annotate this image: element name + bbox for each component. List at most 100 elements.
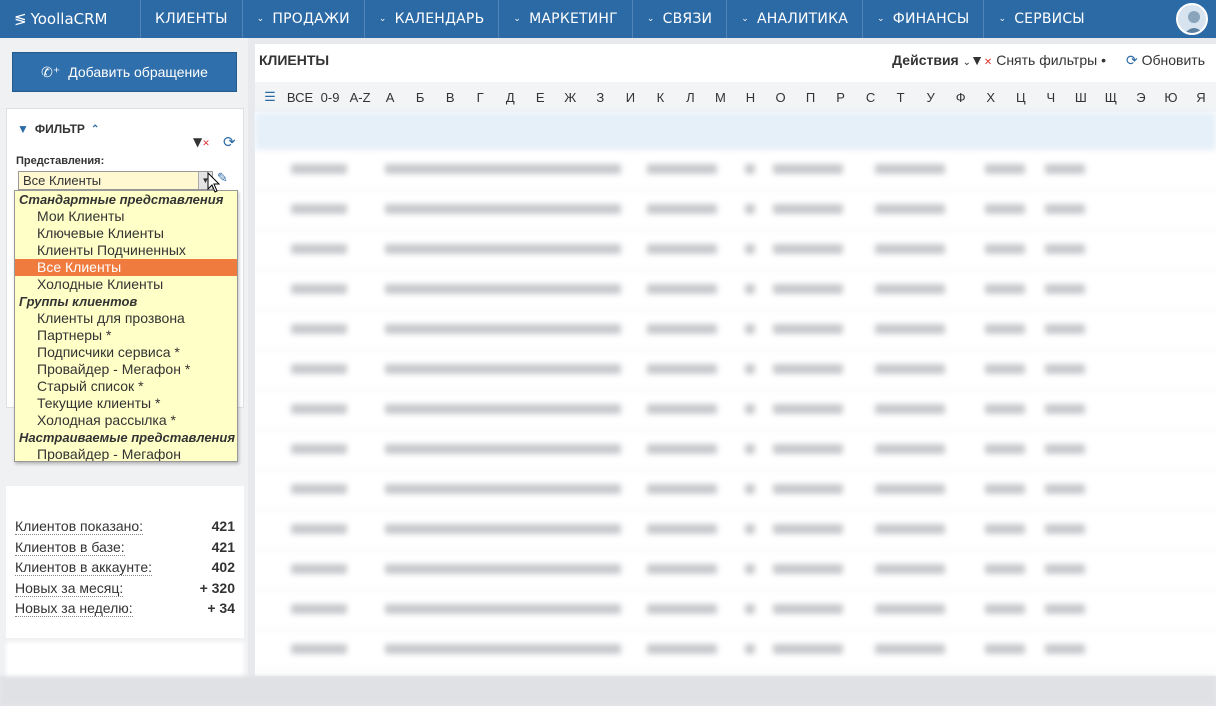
table-header-blurred [255, 112, 1216, 150]
table-cell-blurred [985, 284, 1025, 294]
table-cell-blurred [985, 484, 1025, 494]
app-logo[interactable]: ≶ YoollaCRM [0, 10, 140, 28]
alphabet-letter[interactable]: М [705, 90, 735, 105]
table-cell-blurred [875, 164, 945, 174]
stat-label: Клиентов в базе: [15, 538, 125, 556]
stat-value: + 34 [207, 600, 235, 616]
alphabet-letter[interactable]: А [375, 90, 405, 105]
table-cell-blurred [1045, 524, 1085, 534]
chevron-up-icon: ⌃ [90, 123, 100, 135]
dropdown-option[interactable]: Текущие клиенты * [15, 395, 237, 412]
nav-item[interactable]: ⌄ СЕРВИСЫ [983, 0, 1098, 38]
alphabet-letter[interactable]: Л [675, 90, 705, 105]
nav-item[interactable]: ⌄ ПРОДАЖИ [241, 0, 364, 38]
actions-dropdown[interactable]: Действия ⌄ [892, 52, 971, 68]
table-cell-blurred [291, 524, 347, 534]
alphabet-letter[interactable]: З [585, 90, 615, 105]
user-avatar[interactable] [1176, 3, 1208, 35]
alphabet-letter[interactable]: Д [495, 90, 525, 105]
clear-filter-icon[interactable]: ▼✕ [193, 135, 210, 149]
alphabet-letter[interactable]: О [766, 90, 796, 105]
table-cell-blurred [647, 324, 717, 334]
views-dropdown-list[interactable]: Стандартные представления Мои Клиенты Ключ… [14, 190, 238, 462]
table-cell-blurred [745, 564, 755, 574]
table-cell-blurred [985, 524, 1025, 534]
clear-filters-button[interactable]: ▼✕ Снять фильтры • [970, 52, 1106, 68]
main-panel: КЛИЕНТЫ Действия ⌄ ▼✕ Снять фильтры • ⟳ … [255, 44, 1216, 676]
alphabet-letter[interactable]: Ч [1036, 90, 1066, 105]
table-row-blurred [255, 510, 1216, 550]
alphabet-letter[interactable]: Б [405, 90, 435, 105]
table-cell-blurred [647, 284, 717, 294]
alphabet-letter[interactable]: Х [976, 90, 1006, 105]
alphabet-letter[interactable]: П [796, 90, 826, 105]
table-row-blurred [255, 430, 1216, 470]
nav-item[interactable]: ⌄ КАЛЕНДАРЬ [363, 0, 499, 38]
table-cell-blurred [1045, 444, 1085, 454]
alphabet-letter[interactable]: Т [886, 90, 916, 105]
dropdown-option[interactable]: Партнеры * [15, 327, 237, 344]
dropdown-option[interactable]: Холодные Клиенты [15, 276, 237, 293]
table-cell-blurred [773, 644, 843, 654]
table-cell-blurred [421, 364, 621, 374]
alphabet-letter[interactable]: 0-9 [315, 90, 345, 105]
alphabet-letter[interactable]: Щ [1096, 90, 1126, 105]
add-request-button[interactable]: ✆⁺ Добавить обращение [12, 52, 237, 92]
alphabet-letter[interactable]: С [856, 90, 886, 105]
table-cell-blurred [1045, 484, 1085, 494]
dropdown-group-label: Стандартные представления [19, 192, 224, 207]
alphabet-letter[interactable]: Ф [946, 90, 976, 105]
nav-item[interactable]: ⌄ АНАЛИТИКА [726, 0, 862, 38]
dropdown-option[interactable]: Старый список * [15, 378, 237, 395]
alphabet-letter[interactable]: Ж [555, 90, 585, 105]
alphabet-letter[interactable]: Ш [1066, 90, 1096, 105]
views-select[interactable]: Все Клиенты ▼ [18, 171, 213, 190]
table-cell-blurred [291, 484, 347, 494]
table-cell-blurred [773, 324, 843, 334]
dropdown-option[interactable]: Мои Клиенты [15, 208, 237, 225]
table-cell-blurred [421, 284, 621, 294]
table-cell-blurred [647, 564, 717, 574]
page-title: КЛИЕНТЫ [259, 52, 330, 68]
alphabet-letter[interactable]: К [645, 90, 675, 105]
refresh-icon[interactable]: ⟳ [223, 133, 236, 151]
alphabet-letter[interactable]: Я [1186, 90, 1216, 105]
stat-label: Новых за месяц: [15, 579, 124, 597]
dropdown-option[interactable]: Провайдер - Мегафон [15, 446, 237, 461]
filter-header[interactable]: ▼ ФИЛЬТР ⌃ [17, 122, 99, 136]
dropdown-option[interactable]: Клиенты для прозвона [15, 310, 237, 327]
stat-row: Клиентов показано: 421 [15, 518, 235, 535]
nav-item[interactable]: КЛИЕНТЫ [140, 0, 242, 38]
alphabet-letter[interactable]: ВСЕ [285, 90, 315, 105]
table-cell-blurred [291, 564, 347, 574]
table-row-blurred [255, 190, 1216, 230]
alphabet-letter[interactable]: В [435, 90, 465, 105]
top-navigation: ≶ YoollaCRM КЛИЕНТЫ ⌄ ПРОДАЖИ ⌄ КАЛЕНДАРЬ ⌄ МА… [0, 0, 1216, 38]
alphabet-letter[interactable]: Н [735, 90, 765, 105]
alphabet-letter[interactable]: Ц [1006, 90, 1036, 105]
nav-item[interactable]: ⌄ СВЯЗИ [631, 0, 726, 38]
nav-item[interactable]: ⌄ МАРКЕТИНГ [498, 0, 632, 38]
nav-item[interactable]: ⌄ ФИНАНСЫ [862, 0, 983, 38]
alphabet-letter[interactable]: Р [826, 90, 856, 105]
alphabet-letter[interactable]: A-Z [345, 90, 375, 105]
alphabet-letter[interactable]: Ю [1156, 90, 1186, 105]
table-cell-blurred [773, 244, 843, 254]
nav-item-label: АНАЛИТИКА [756, 11, 848, 27]
dropdown-option[interactable]: Все Клиенты [15, 259, 237, 276]
refresh-button[interactable]: ⟳ Обновить [1126, 52, 1205, 69]
alphabet-letter[interactable]: И [615, 90, 645, 105]
table-cell-blurred [421, 644, 621, 654]
dropdown-option[interactable]: Подписчики сервиса * [15, 344, 237, 361]
views-label: Представления: [16, 155, 105, 167]
alphabet-letter[interactable]: Г [465, 90, 495, 105]
dropdown-option[interactable]: Провайдер - Мегафон * [15, 361, 237, 378]
list-view-icon[interactable]: ☰ [255, 89, 285, 105]
alphabet-letter[interactable]: Е [525, 90, 555, 105]
dropdown-option[interactable]: Ключевые Клиенты [15, 225, 237, 242]
alphabet-letter[interactable]: Э [1126, 90, 1156, 105]
dropdown-option[interactable]: Холодная рассылка * [15, 412, 237, 429]
table-cell-blurred [647, 204, 717, 214]
alphabet-letter[interactable]: У [916, 90, 946, 105]
dropdown-option[interactable]: Клиенты Подчиненных [15, 242, 237, 259]
